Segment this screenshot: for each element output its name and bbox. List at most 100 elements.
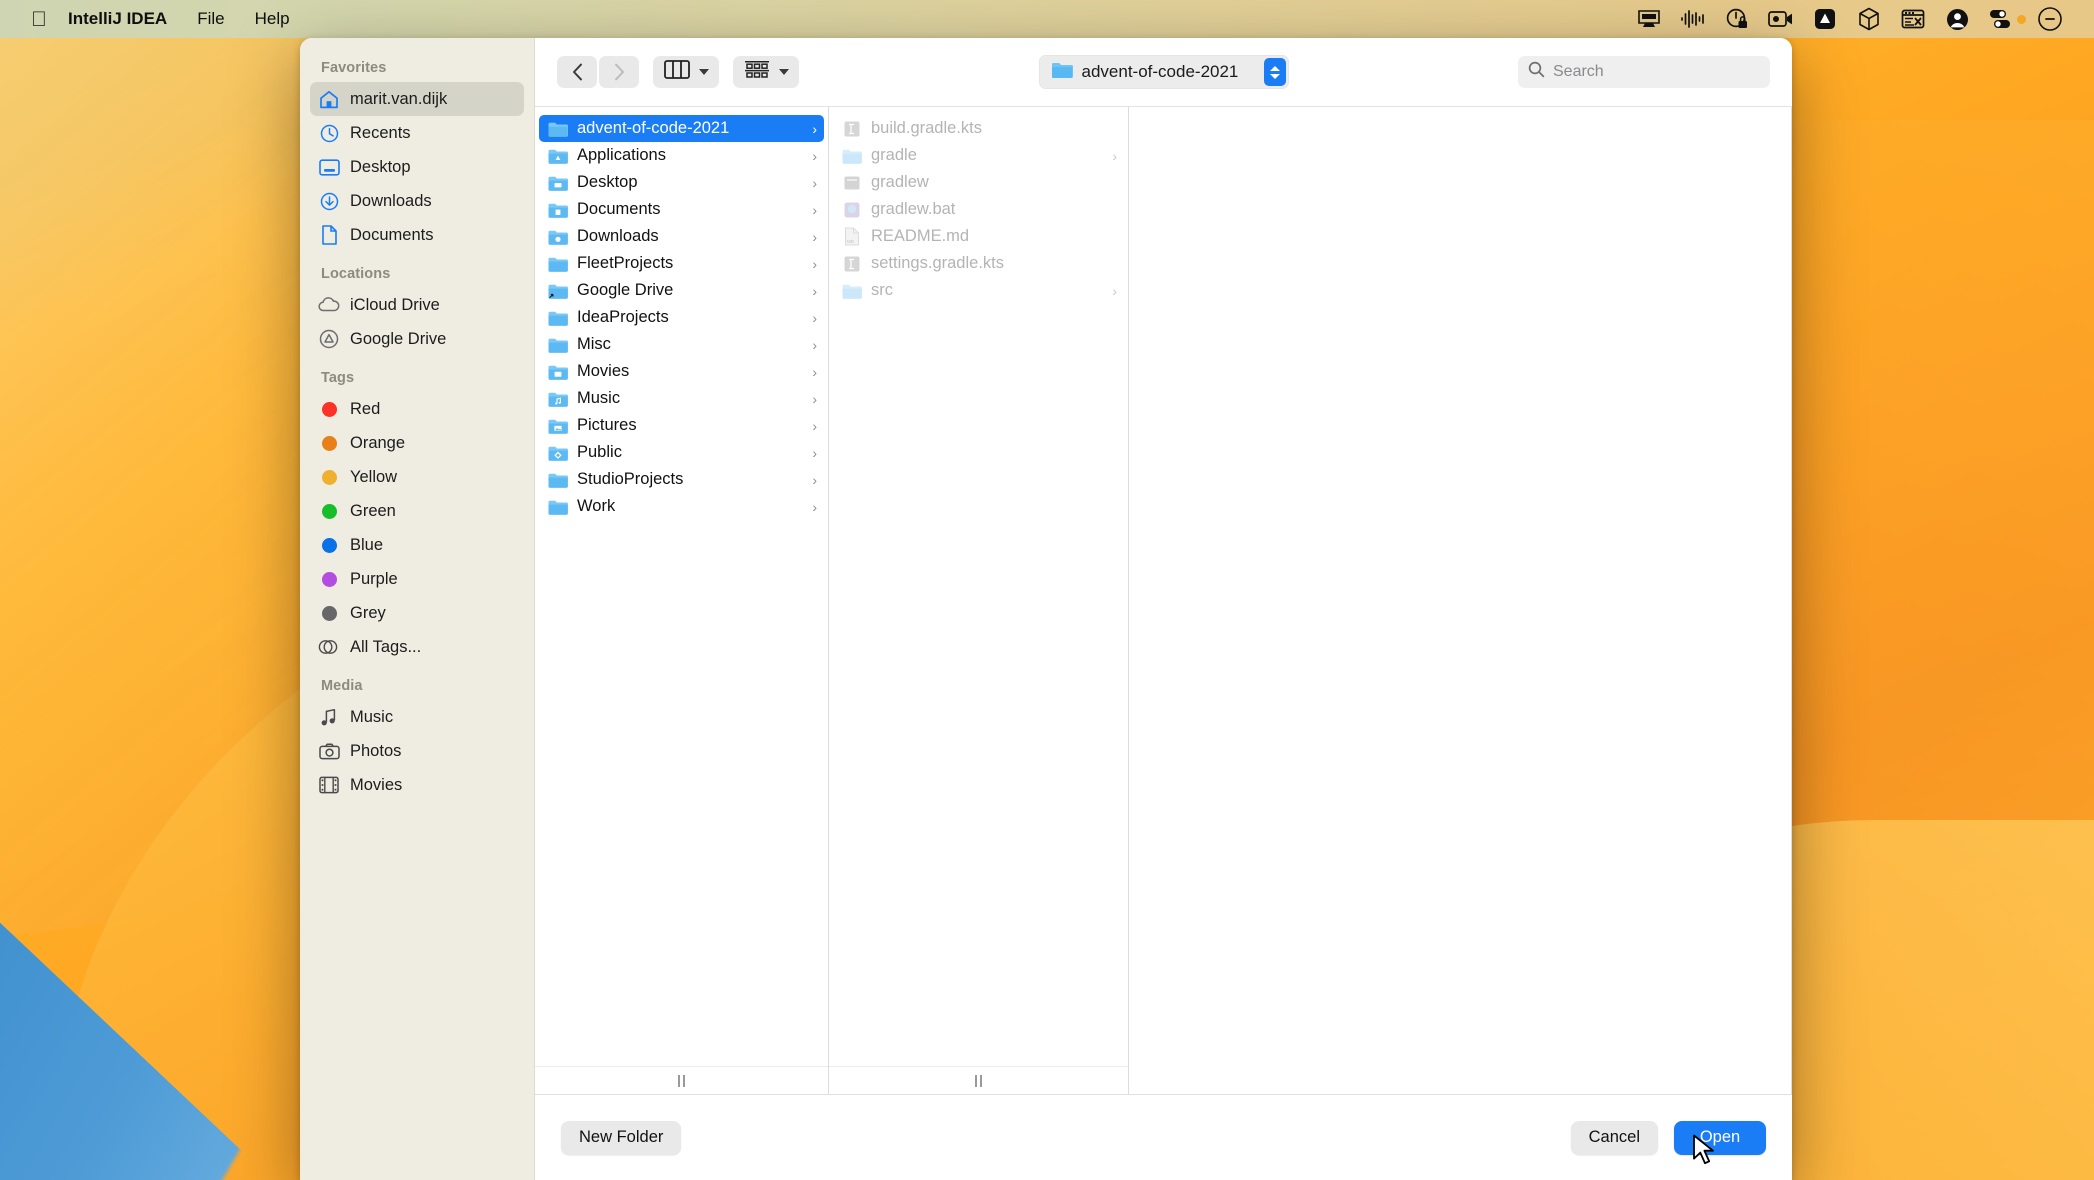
sidebar-group-title-locations: Locations xyxy=(300,252,534,288)
sidebar-item-desktop[interactable]: Desktop xyxy=(310,150,524,184)
table-row[interactable]: StudioProjects › xyxy=(539,466,824,493)
table-row[interactable]: IdeaProjects › xyxy=(539,304,824,331)
column-view-icon xyxy=(664,60,690,84)
menu-item-file[interactable]: File xyxy=(182,0,239,38)
download-icon xyxy=(318,190,340,212)
dropbox-icon[interactable] xyxy=(1803,0,1847,38)
sidebar-item-documents[interactable]: Documents xyxy=(310,218,524,252)
sidebar-item-label: Google Drive xyxy=(350,330,446,349)
column-resize-handle[interactable] xyxy=(535,1066,828,1094)
dialog-content: advent-of-code-2021 advent-of-code-2021 xyxy=(535,38,1792,1180)
intellij-file-icon xyxy=(841,118,862,139)
table-row[interactable]: MD README.md xyxy=(833,223,1124,250)
screen-recording-lock-icon[interactable] xyxy=(1715,0,1759,38)
file-name: Desktop xyxy=(577,173,638,192)
view-mode-button[interactable] xyxy=(653,56,719,88)
forward-button[interactable] xyxy=(599,56,639,88)
sidebar-item-tag-red[interactable]: Red xyxy=(310,392,524,426)
chevron-right-icon: › xyxy=(812,365,817,379)
group-mode-button[interactable] xyxy=(733,56,799,88)
new-folder-button[interactable]: New Folder xyxy=(561,1121,681,1155)
sidebar-item-tag-green[interactable]: Green xyxy=(310,494,524,528)
folder-icon xyxy=(547,253,568,274)
table-row[interactable]: build.gradle.kts xyxy=(833,115,1124,142)
search-input[interactable] xyxy=(1553,63,1760,81)
table-row[interactable]: Pictures › xyxy=(539,412,824,439)
sidebar-item-movies[interactable]: Movies xyxy=(310,768,524,802)
sidebar-item-tag-orange[interactable]: Orange xyxy=(310,426,524,460)
table-row[interactable]: gradlew.bat xyxy=(833,196,1124,223)
table-row[interactable]: Downloads › xyxy=(539,223,824,250)
menu-item-help[interactable]: Help xyxy=(240,0,305,38)
back-button[interactable] xyxy=(557,56,597,88)
menu-app-name[interactable]: IntelliJ IDEA xyxy=(56,0,182,38)
folder-alias-icon xyxy=(547,280,568,301)
table-row[interactable]: src › xyxy=(833,277,1124,304)
table-row[interactable]: Music › xyxy=(539,385,824,412)
table-row[interactable]: Public › xyxy=(539,439,824,466)
screen-sharing-icon[interactable] xyxy=(1627,0,1671,38)
sidebar-item-icloud-drive[interactable]: iCloud Drive xyxy=(310,288,524,322)
table-row[interactable]: Desktop › xyxy=(539,169,824,196)
bat-file-icon xyxy=(841,199,862,220)
table-row[interactable]: Misc › xyxy=(539,331,824,358)
user-account-icon[interactable] xyxy=(1935,0,1979,38)
audio-waveform-icon[interactable] xyxy=(1671,0,1715,38)
chevron-down-icon xyxy=(779,69,789,75)
up-down-stepper-icon[interactable] xyxy=(1264,58,1286,86)
sidebar-item-all-tags[interactable]: All Tags... xyxy=(310,630,524,664)
sidebar-item-tag-purple[interactable]: Purple xyxy=(310,562,524,596)
chevron-right-icon: › xyxy=(812,122,817,136)
cancel-button[interactable]: Cancel xyxy=(1571,1121,1658,1155)
folder-public-icon xyxy=(547,442,568,463)
search-icon xyxy=(1528,61,1545,83)
sidebar-item-label: Downloads xyxy=(350,192,432,211)
sidebar-item-music[interactable]: Music xyxy=(310,700,524,734)
table-row[interactable]: Work › xyxy=(539,493,824,520)
window-manager-icon[interactable] xyxy=(1891,0,1935,38)
sidebar-group-title-favorites: Favorites xyxy=(300,52,534,82)
sidebar-item-label: Documents xyxy=(350,226,433,245)
chevron-right-icon: › xyxy=(812,338,817,352)
sidebar-group-title-media: Media xyxy=(300,664,534,700)
google-drive-icon xyxy=(318,328,340,350)
sidebar-item-downloads[interactable]: Downloads xyxy=(310,184,524,218)
file-name: Applications xyxy=(577,146,666,165)
folder-pictures-icon xyxy=(547,415,568,436)
table-row[interactable]: gradlew xyxy=(833,169,1124,196)
table-row[interactable]: settings.gradle.kts xyxy=(833,250,1124,277)
tag-dot-grey-icon xyxy=(318,602,340,624)
sidebar-item-tag-blue[interactable]: Blue xyxy=(310,528,524,562)
sidebar-item-label: Orange xyxy=(350,434,405,453)
sidebar-item-photos[interactable]: Photos xyxy=(310,734,524,768)
sidebar-item-home[interactable]: marit.van.dijk xyxy=(310,82,524,116)
table-row[interactable]: advent-of-code-2021 › xyxy=(539,115,824,142)
tag-dot-yellow-icon xyxy=(318,466,340,488)
group-items-icon xyxy=(744,60,770,85)
open-button[interactable]: Open xyxy=(1674,1121,1766,1155)
sidebar-item-google-drive[interactable]: Google Drive xyxy=(310,322,524,356)
table-row[interactable]: Google Drive › xyxy=(539,277,824,304)
sidebar-item-recents[interactable]: Recents xyxy=(310,116,524,150)
do-not-disturb-icon[interactable] xyxy=(2028,0,2072,38)
column-resize-handle[interactable] xyxy=(829,1066,1128,1094)
sidebar-item-label: Red xyxy=(350,400,380,419)
table-row[interactable]: gradle › xyxy=(833,142,1124,169)
search-field[interactable] xyxy=(1518,56,1770,88)
table-row[interactable]: Documents › xyxy=(539,196,824,223)
apple-logo-icon[interactable]:  xyxy=(22,0,56,38)
path-popup-button[interactable]: advent-of-code-2021 xyxy=(1039,55,1289,89)
camera-video-icon[interactable] xyxy=(1759,0,1803,38)
table-row[interactable]: Applications › xyxy=(539,142,824,169)
sidebar-item-tag-grey[interactable]: Grey xyxy=(310,596,524,630)
sidebar-item-tag-yellow[interactable]: Yellow xyxy=(310,460,524,494)
folder-icon xyxy=(841,145,862,166)
table-row[interactable]: FleetProjects › xyxy=(539,250,824,277)
grip-bars-icon xyxy=(975,1075,982,1087)
chevron-right-icon: › xyxy=(812,500,817,514)
table-row[interactable]: Movies › xyxy=(539,358,824,385)
box-drive-icon[interactable] xyxy=(1847,0,1891,38)
chevron-right-icon: › xyxy=(812,392,817,406)
file-name: build.gradle.kts xyxy=(871,119,982,138)
file-name: Pictures xyxy=(577,416,637,435)
